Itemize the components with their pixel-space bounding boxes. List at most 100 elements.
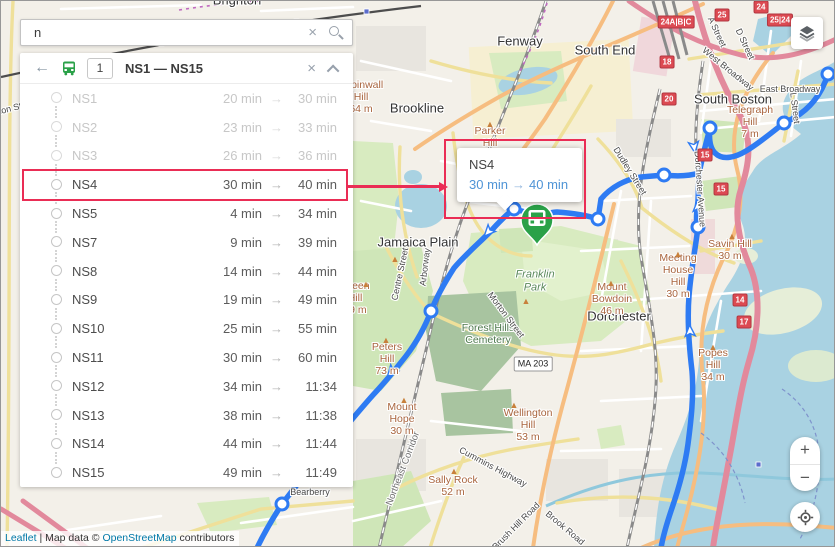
stop-name: NS11 <box>72 350 104 366</box>
zoom-out-button[interactable]: − <box>790 463 820 492</box>
stop-row[interactable]: NS14 44 min → 11:44 <box>20 430 353 464</box>
arrow-right-icon: → <box>270 263 283 279</box>
stop-arrive-time: 11:34 <box>305 378 337 394</box>
stop-row[interactable]: NS7 9 min → 39 min <box>20 228 353 262</box>
route-title: NS1 — NS15 <box>125 60 204 76</box>
arrow-right-icon: → <box>270 321 283 337</box>
stop-circle-icon <box>51 380 62 392</box>
route-panel-header: ← 1 NS1 — NS15 × <box>20 53 353 84</box>
stop-depart-time: 26 min <box>222 148 262 164</box>
stop-name: NS2 <box>72 119 98 135</box>
stop-depart-time: 9 min <box>230 234 262 250</box>
stop-arrive-time: 44 min <box>297 263 337 279</box>
popup-stop-name: NS4 <box>469 157 495 172</box>
stop-circle-icon <box>51 265 62 277</box>
stop-row[interactable]: NS10 25 min → 55 min <box>20 314 353 349</box>
stop-depart-time: 49 min <box>222 465 262 481</box>
stop-name: NS14 <box>72 436 105 452</box>
stop-arrive-time: 40 min <box>297 177 337 193</box>
stop-name: NS7 <box>72 234 98 250</box>
stop-circle-icon <box>51 121 62 133</box>
stop-circle-icon <box>51 92 62 104</box>
layers-icon <box>799 26 815 42</box>
stop-row[interactable]: NS8 14 min → 44 min <box>20 257 353 291</box>
close-route-icon[interactable]: × <box>299 61 324 76</box>
arrow-right-icon: → <box>270 90 283 106</box>
stop-arrive-time: 30 min <box>297 90 337 106</box>
attribution-text: Map data © <box>45 532 103 544</box>
arrow-right-icon: → <box>270 378 283 394</box>
arrow-right-icon: → <box>270 234 283 250</box>
arrow-right-icon: → <box>270 119 283 135</box>
stop-arrive-time: 11:49 <box>305 465 337 481</box>
stop-circle-icon <box>51 409 62 421</box>
search-clear-icon[interactable]: × <box>299 25 326 40</box>
layers-control[interactable] <box>791 17 823 49</box>
arrow-right-icon: → <box>270 465 283 481</box>
attribution-suffix: contributors <box>176 532 235 544</box>
stop-depart-time: 30 min <box>222 350 262 366</box>
stop-row[interactable]: NS4 30 min → 40 min <box>20 170 353 205</box>
search-input[interactable]: n <box>21 25 299 40</box>
arrow-right-icon: → <box>270 436 283 452</box>
stop-row[interactable]: NS1 20 min → 30 min <box>20 84 353 118</box>
stop-name: NS4 <box>72 177 98 193</box>
zoom-in-button[interactable]: + <box>790 437 820 464</box>
stop-row[interactable]: NS5 4 min → 34 min <box>20 199 353 234</box>
locate-target-icon <box>797 509 813 525</box>
stop-depart-time: 38 min <box>222 407 262 423</box>
map-attribution: Leaflet | Map data © OpenStreetMap contr… <box>1 531 240 546</box>
stop-name: NS5 <box>72 206 98 222</box>
bus-icon <box>528 210 546 226</box>
stop-arrive-time: 11:44 <box>305 436 337 452</box>
locate-button[interactable] <box>790 502 820 532</box>
bus-route-icon <box>61 60 77 76</box>
stop-name: NS10 <box>72 321 105 337</box>
arrow-right-icon: → <box>270 407 283 423</box>
stop-arrive-time: 36 min <box>297 148 337 164</box>
stop-popup: NS4 30 min → 40 min <box>457 148 583 202</box>
stop-row[interactable]: NS11 30 min → 60 min <box>20 343 353 378</box>
arrow-right-icon: → <box>270 148 283 164</box>
stop-circle-icon <box>51 293 62 305</box>
stop-depart-time: 34 min <box>222 378 262 394</box>
stop-arrive-time: 60 min <box>297 350 337 366</box>
stop-depart-time: 44 min <box>222 436 262 452</box>
stop-name: NS1 <box>72 90 98 106</box>
search-bar[interactable]: n × <box>20 19 353 46</box>
stop-depart-time: 14 min <box>222 263 262 279</box>
arrow-right-icon: → <box>270 206 283 222</box>
stop-row[interactable]: NS12 34 min → 11:34 <box>20 372 353 406</box>
stop-circle-icon <box>51 466 62 478</box>
stop-name: NS13 <box>72 407 105 423</box>
openstreetmap-link[interactable]: OpenStreetMap <box>102 532 176 544</box>
stop-depart-time: 30 min <box>222 177 262 193</box>
stop-row[interactable]: NS2 23 min → 33 min <box>20 113 353 147</box>
stop-circle-icon <box>51 207 62 219</box>
stop-circle-icon <box>51 351 62 363</box>
leaflet-link[interactable]: Leaflet <box>5 532 37 544</box>
stop-circle-icon <box>51 236 62 248</box>
stop-depart-time: 4 min <box>230 206 262 222</box>
stop-row[interactable]: NS15 49 min → 11:49 <box>20 458 353 487</box>
collapse-chevron-icon[interactable] <box>326 64 340 78</box>
stop-row[interactable]: NS9 19 min → 49 min <box>20 286 353 320</box>
stop-arrive-time: 39 min <box>297 234 337 250</box>
stop-arrive-time: 49 min <box>297 292 337 308</box>
zoom-control: + − <box>790 437 820 491</box>
stop-depart-time: 23 min <box>222 119 262 135</box>
stop-name: NS9 <box>72 292 98 308</box>
route-panel: ← 1 NS1 — NS15 × NS1 20 min → 30 min NS2… <box>20 53 353 487</box>
stop-row[interactable]: NS3 26 min → 36 min <box>20 142 353 176</box>
stop-depart-time: 19 min <box>222 292 262 308</box>
stop-name: NS15 <box>72 465 105 481</box>
arrow-right-icon: → <box>512 177 526 192</box>
route-number-badge: 1 <box>87 57 113 79</box>
search-icon[interactable] <box>326 24 344 42</box>
arrow-right-icon: → <box>270 350 283 366</box>
stop-row[interactable]: NS13 38 min → 11:38 <box>20 401 353 435</box>
stop-arrive-time: 11:38 <box>305 407 337 423</box>
stop-arrive-time: 55 min <box>297 321 337 337</box>
back-button[interactable]: ← <box>34 60 50 76</box>
popup-depart-time: 30 min <box>469 177 509 192</box>
